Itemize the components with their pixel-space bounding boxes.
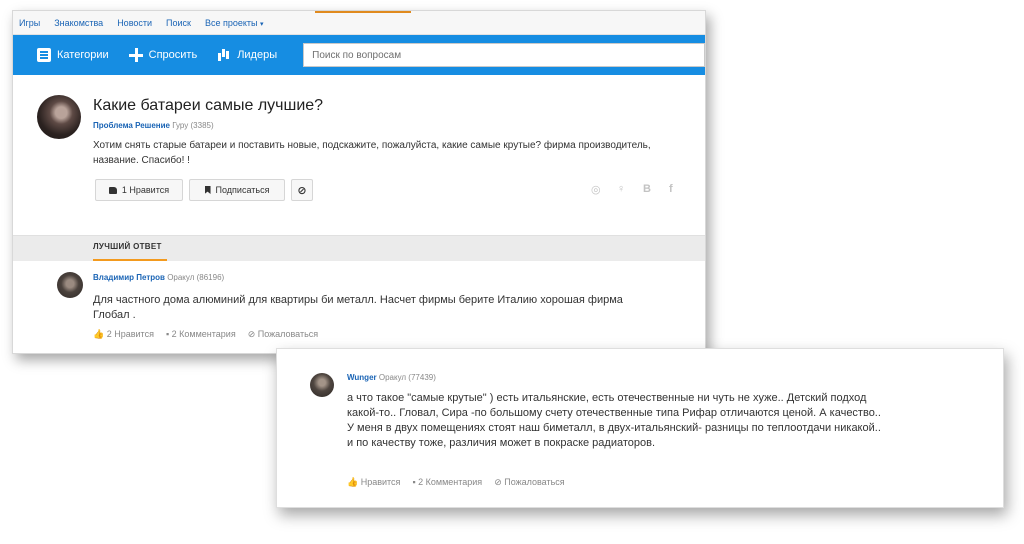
subscribe-button[interactable]: Подписаться: [189, 179, 285, 201]
answer-actions: 👍 2 Нравится ▪ 2 Комментария ⊘ Пожаловат…: [93, 329, 318, 340]
question-body: Хотим снять старые батареи и поставить н…: [93, 140, 651, 166]
answer-card: Wunger Оракул (77439) а что такое "самые…: [276, 348, 1004, 508]
plus-icon: [128, 48, 143, 62]
answer-like-label: Нравится: [360, 477, 401, 487]
answer-meta: Wunger Оракул (77439): [347, 373, 436, 382]
answer-comments-button[interactable]: ▪ 2 Комментария: [166, 329, 236, 340]
nav-link-games[interactable]: Игры: [19, 18, 40, 28]
question-meta: Проблема Решение Гуру (3385): [93, 121, 214, 130]
categories-label: Категории: [57, 49, 109, 61]
top-accent-line: [315, 11, 411, 13]
answer-meta: Владимир Петров Оракул (86196): [93, 273, 224, 282]
answer-report-button[interactable]: ⊘ Пожаловаться: [248, 329, 318, 340]
question-author-link[interactable]: Проблема Решение: [93, 121, 170, 130]
answer-report-label: Пожаловаться: [504, 477, 565, 487]
answer-author-rank: Оракул (77439): [378, 373, 436, 382]
answer-comments-label: 2 Комментария: [418, 477, 483, 487]
answer-report-button[interactable]: ⊘ Пожаловаться: [494, 477, 564, 488]
nav-link-search[interactable]: Поиск: [166, 18, 191, 28]
answer-author-link[interactable]: Владимир Петров: [93, 273, 165, 282]
main-toolbar: Категории Спросить Лидеры: [13, 35, 705, 75]
answer-body: Для частного дома алюминий для квартиры …: [93, 294, 623, 321]
nav-all-projects-label: Все проекты: [204, 17, 258, 28]
answer-like-label: 2 Нравится: [106, 329, 154, 339]
nav-all-projects[interactable]: Все проекты ▾: [205, 18, 264, 28]
categories-button[interactable]: Категории: [37, 48, 109, 62]
subscribe-button-label: Подписаться: [215, 185, 270, 195]
share-vk-icon[interactable]: В: [643, 183, 651, 195]
question-card: Игры Знакомства Новости Поиск Все проект…: [12, 10, 706, 354]
bookmark-icon: [204, 186, 211, 194]
leaders-label: Лидеры: [237, 49, 278, 61]
question-author-rank: Гуру (3385): [172, 121, 214, 130]
answer-comments-button[interactable]: ▪ 2 Комментария: [412, 477, 482, 488]
answer-comments-label: 2 Комментария: [171, 329, 236, 339]
nav-link-news[interactable]: Новости: [117, 18, 152, 28]
block-button[interactable]: ⊘: [291, 179, 313, 201]
ask-label: Спросить: [148, 49, 198, 61]
leaders-button[interactable]: Лидеры: [217, 48, 277, 62]
share-odnoklassniki-icon[interactable]: ♀: [617, 183, 625, 195]
share-facebook-icon[interactable]: f: [669, 183, 673, 195]
answer-author-rank: Оракул (86196): [167, 273, 225, 282]
like-button-label: 1 Нравится: [121, 185, 170, 195]
top-navigation: Игры Знакомства Новости Поиск Все проект…: [13, 11, 705, 35]
best-answer-underline: [93, 259, 167, 261]
bar-chart-icon: [217, 48, 231, 62]
thumbs-up-icon: [108, 186, 117, 194]
answer-actions: 👍 Нравится ▪ 2 Комментария ⊘ Пожаловатьс…: [347, 477, 565, 488]
question-title: Какие батареи самые лучшие?: [93, 97, 324, 114]
chevron-down-icon: ▾: [260, 20, 264, 28]
answer-like-button[interactable]: 👍 2 Нравится: [93, 329, 154, 340]
answer-author-avatar[interactable]: [310, 373, 334, 397]
like-button[interactable]: 1 Нравится: [95, 179, 183, 201]
answer-like-button[interactable]: 👍 Нравится: [347, 477, 400, 488]
answer-report-label: Пожаловаться: [257, 329, 319, 339]
question-author-avatar[interactable]: [37, 95, 81, 139]
share-mail-icon[interactable]: ◎: [591, 183, 601, 196]
answer-author-link[interactable]: Wunger: [347, 373, 377, 382]
block-icon: ⊘: [297, 184, 307, 197]
answer-author-avatar[interactable]: [57, 272, 83, 298]
ask-button[interactable]: Спросить: [128, 48, 198, 62]
best-answer-label: ЛУЧШИЙ ОТВЕТ: [93, 242, 162, 251]
search-input[interactable]: [303, 43, 705, 67]
nav-link-dating[interactable]: Знакомства: [54, 18, 103, 28]
answer-body: а что такое "самые крутые" ) есть италья…: [347, 392, 881, 449]
list-icon: [37, 48, 51, 62]
